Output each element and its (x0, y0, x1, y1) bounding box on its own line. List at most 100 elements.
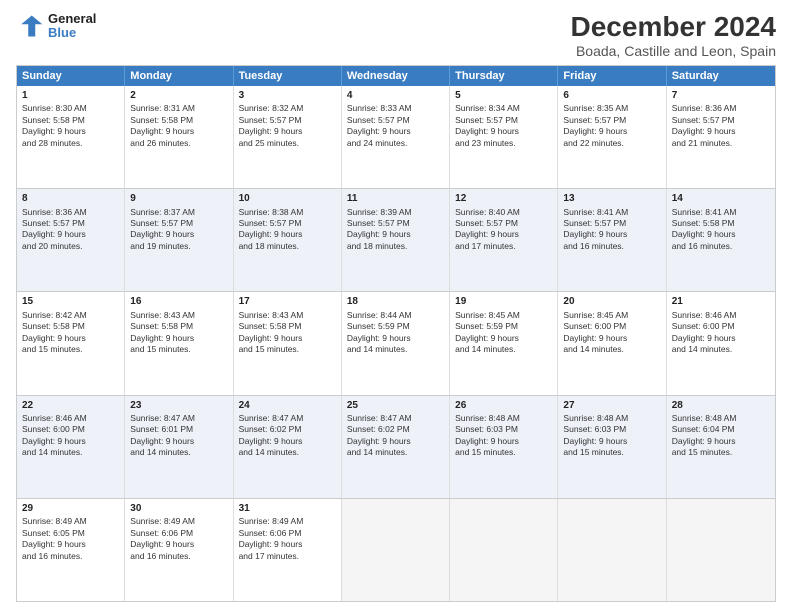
day-info-line: and 16 minutes. (22, 551, 119, 562)
day-info-line: Sunset: 5:58 PM (130, 115, 227, 126)
day-number: 23 (130, 399, 227, 413)
calendar: SundayMondayTuesdayWednesdayThursdayFrid… (16, 65, 776, 602)
calendar-cell-empty (558, 499, 666, 601)
day-number: 24 (239, 399, 336, 413)
day-info-line: Daylight: 9 hours (563, 333, 660, 344)
day-info-line: Daylight: 9 hours (672, 436, 770, 447)
day-info-line: Daylight: 9 hours (455, 126, 552, 137)
calendar-cell: 4Sunrise: 8:33 AMSunset: 5:57 PMDaylight… (342, 86, 450, 188)
day-info-line: Sunrise: 8:47 AM (239, 413, 336, 424)
day-info-line: and 22 minutes. (563, 138, 660, 149)
day-info-line: Sunset: 6:01 PM (130, 424, 227, 435)
day-info-line: and 14 minutes. (563, 344, 660, 355)
day-info-line: Sunrise: 8:49 AM (22, 516, 119, 527)
day-info-line: Sunrise: 8:34 AM (455, 103, 552, 114)
day-info-line: Daylight: 9 hours (347, 126, 444, 137)
day-info-line: Sunset: 5:58 PM (130, 321, 227, 332)
day-number: 2 (130, 89, 227, 103)
calendar-cell: 23Sunrise: 8:47 AMSunset: 6:01 PMDayligh… (125, 396, 233, 498)
calendar-week: 1Sunrise: 8:30 AMSunset: 5:58 PMDaylight… (17, 86, 775, 189)
day-info-line: Daylight: 9 hours (563, 229, 660, 240)
calendar-header-cell: Friday (558, 66, 666, 86)
day-info-line: Sunset: 6:02 PM (239, 424, 336, 435)
day-info-line: Daylight: 9 hours (130, 229, 227, 240)
calendar-body: 1Sunrise: 8:30 AMSunset: 5:58 PMDaylight… (17, 86, 775, 601)
day-info-line: and 28 minutes. (22, 138, 119, 149)
day-info-line: and 15 minutes. (672, 447, 770, 458)
day-info-line: and 16 minutes. (130, 551, 227, 562)
calendar-cell: 1Sunrise: 8:30 AMSunset: 5:58 PMDaylight… (17, 86, 125, 188)
day-info-line: Sunrise: 8:36 AM (22, 207, 119, 218)
day-info-line: Sunset: 5:57 PM (130, 218, 227, 229)
day-info-line: Sunrise: 8:36 AM (672, 103, 770, 114)
calendar-header-cell: Sunday (17, 66, 125, 86)
day-info-line: Daylight: 9 hours (672, 333, 770, 344)
day-info-line: and 14 minutes. (347, 447, 444, 458)
day-info-line: Sunrise: 8:49 AM (239, 516, 336, 527)
day-number: 13 (563, 192, 660, 206)
calendar-week: 15Sunrise: 8:42 AMSunset: 5:58 PMDayligh… (17, 292, 775, 395)
calendar-cell: 16Sunrise: 8:43 AMSunset: 5:58 PMDayligh… (125, 292, 233, 394)
day-info-line: Sunset: 5:57 PM (563, 218, 660, 229)
day-info-line: Sunrise: 8:37 AM (130, 207, 227, 218)
day-info-line: Sunset: 5:59 PM (347, 321, 444, 332)
day-info-line: Sunset: 6:00 PM (22, 424, 119, 435)
day-number: 27 (563, 399, 660, 413)
day-number: 21 (672, 295, 770, 309)
day-number: 10 (239, 192, 336, 206)
day-info-line: Daylight: 9 hours (455, 333, 552, 344)
calendar-cell: 9Sunrise: 8:37 AMSunset: 5:57 PMDaylight… (125, 189, 233, 291)
day-info-line: and 21 minutes. (672, 138, 770, 149)
day-info-line: Sunrise: 8:43 AM (239, 310, 336, 321)
calendar-cell: 19Sunrise: 8:45 AMSunset: 5:59 PMDayligh… (450, 292, 558, 394)
day-info-line: Daylight: 9 hours (130, 333, 227, 344)
calendar-cell: 29Sunrise: 8:49 AMSunset: 6:05 PMDayligh… (17, 499, 125, 601)
day-info-line: Sunrise: 8:49 AM (130, 516, 227, 527)
title-block: December 2024 Boada, Castille and Leon, … (571, 12, 776, 59)
day-info-line: Sunset: 6:02 PM (347, 424, 444, 435)
day-number: 15 (22, 295, 119, 309)
logo-text: General Blue (48, 12, 96, 41)
day-info-line: Sunrise: 8:47 AM (347, 413, 444, 424)
calendar-cell: 7Sunrise: 8:36 AMSunset: 5:57 PMDaylight… (667, 86, 775, 188)
day-info-line: Sunset: 5:57 PM (347, 218, 444, 229)
calendar-cell: 5Sunrise: 8:34 AMSunset: 5:57 PMDaylight… (450, 86, 558, 188)
calendar-title: December 2024 (571, 12, 776, 43)
day-number: 22 (22, 399, 119, 413)
day-number: 5 (455, 89, 552, 103)
day-info-line: Sunrise: 8:41 AM (672, 207, 770, 218)
day-info-line: and 15 minutes. (239, 344, 336, 355)
day-number: 25 (347, 399, 444, 413)
day-info-line: and 25 minutes. (239, 138, 336, 149)
day-info-line: Daylight: 9 hours (455, 229, 552, 240)
day-info-line: Sunrise: 8:46 AM (672, 310, 770, 321)
day-number: 16 (130, 295, 227, 309)
day-number: 14 (672, 192, 770, 206)
day-info-line: Daylight: 9 hours (239, 539, 336, 550)
day-info-line: Sunrise: 8:48 AM (563, 413, 660, 424)
day-info-line: Daylight: 9 hours (347, 436, 444, 447)
day-info-line: Sunset: 6:00 PM (563, 321, 660, 332)
day-info-line: Sunrise: 8:38 AM (239, 207, 336, 218)
day-info-line: and 15 minutes. (130, 344, 227, 355)
calendar-cell: 15Sunrise: 8:42 AMSunset: 5:58 PMDayligh… (17, 292, 125, 394)
day-info-line: and 18 minutes. (347, 241, 444, 252)
day-info-line: Sunset: 6:00 PM (672, 321, 770, 332)
day-info-line: Sunrise: 8:42 AM (22, 310, 119, 321)
day-info-line: Sunrise: 8:48 AM (455, 413, 552, 424)
day-info-line: Sunset: 5:58 PM (22, 115, 119, 126)
day-info-line: Sunrise: 8:45 AM (563, 310, 660, 321)
day-info-line: and 15 minutes. (22, 344, 119, 355)
day-info-line: Sunset: 6:05 PM (22, 528, 119, 539)
calendar-cell: 10Sunrise: 8:38 AMSunset: 5:57 PMDayligh… (234, 189, 342, 291)
day-number: 3 (239, 89, 336, 103)
day-info-line: Sunrise: 8:43 AM (130, 310, 227, 321)
day-info-line: Sunset: 6:04 PM (672, 424, 770, 435)
day-number: 7 (672, 89, 770, 103)
day-info-line: Sunrise: 8:40 AM (455, 207, 552, 218)
day-info-line: Sunset: 5:57 PM (347, 115, 444, 126)
calendar-header-cell: Monday (125, 66, 233, 86)
day-number: 1 (22, 89, 119, 103)
calendar-cell: 2Sunrise: 8:31 AMSunset: 5:58 PMDaylight… (125, 86, 233, 188)
day-info-line: Daylight: 9 hours (239, 126, 336, 137)
